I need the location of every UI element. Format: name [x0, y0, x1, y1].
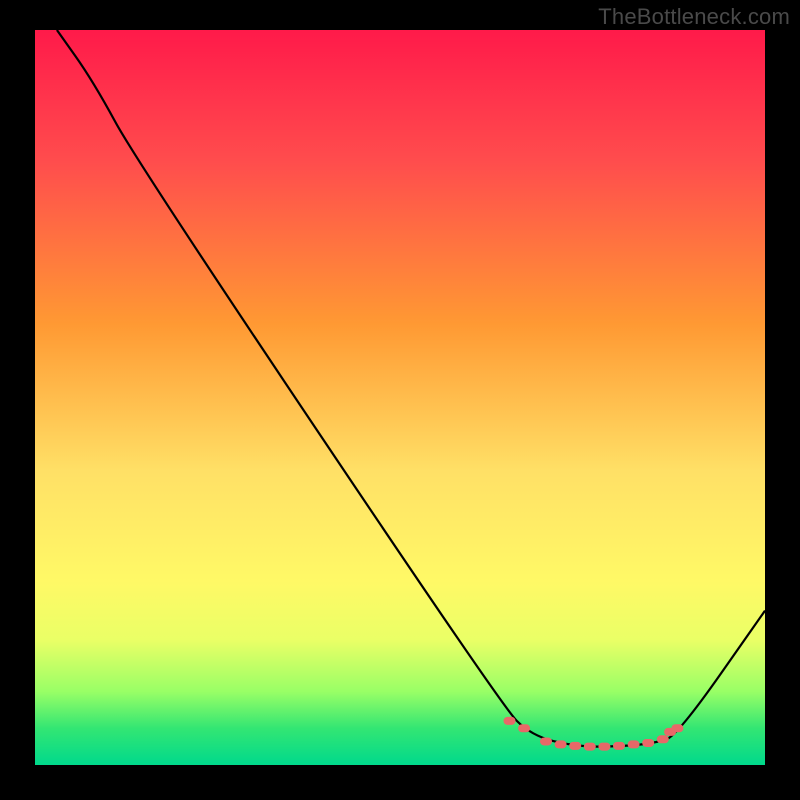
- valley-marker: [642, 739, 654, 747]
- valley-marker: [540, 737, 552, 745]
- valley-marker: [598, 743, 610, 751]
- valley-marker: [555, 740, 567, 748]
- valley-marker: [504, 717, 516, 725]
- chart-gradient-background: [35, 30, 765, 765]
- chart-svg: [35, 30, 765, 765]
- watermark-text: TheBottleneck.com: [598, 4, 790, 30]
- valley-marker: [518, 724, 530, 732]
- valley-marker: [657, 735, 669, 743]
- valley-marker: [613, 742, 625, 750]
- valley-marker: [569, 742, 581, 750]
- valley-marker: [628, 740, 640, 748]
- valley-marker: [671, 724, 683, 732]
- valley-marker: [584, 743, 596, 751]
- chart-plot-area: [35, 30, 765, 765]
